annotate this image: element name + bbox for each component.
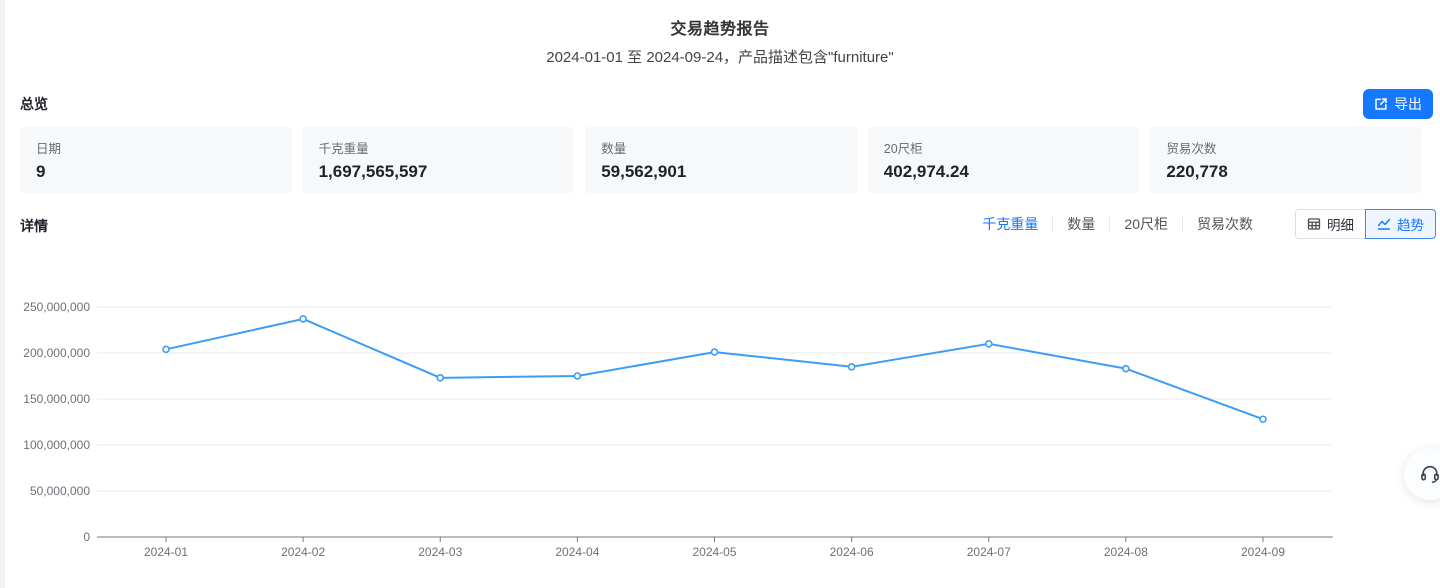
overview-heading: 总览 [20, 94, 48, 114]
stat-card: 数量 59,562,901 [585, 127, 857, 193]
stat-card: 20尺柜 402,974.24 [868, 127, 1140, 193]
x-axis-label: 2024-01 [144, 545, 188, 559]
stat-card-value: 220,778 [1166, 162, 1406, 182]
data-point[interactable] [712, 349, 718, 355]
headset-icon [1419, 463, 1440, 485]
export-icon [1374, 97, 1388, 111]
x-axis-label: 2024-03 [418, 545, 462, 559]
stat-card-label: 20尺柜 [884, 138, 1124, 157]
view-toggle-label: 明细 [1327, 214, 1354, 234]
stat-card-value: 1,697,565,597 [319, 162, 559, 182]
details-controls: 千克重量数量20尺柜贸易次数 明细 趋势 [968, 209, 1436, 239]
view-toggle-trend[interactable]: 趋势 [1365, 209, 1436, 239]
data-point[interactable] [300, 316, 306, 322]
metric-tab[interactable]: 20尺柜 [1110, 214, 1182, 234]
page-title: 交易趋势报告 [0, 15, 1440, 39]
data-point[interactable] [163, 346, 169, 352]
y-axis-label: 200,000,000 [23, 346, 90, 360]
overview-cards: 日期 9 千克重量 1,697,565,597 数量 59,562,901 20尺柜 402,… [20, 127, 1422, 193]
report-subtitle: 2024-01-01 至 2024-09-24，产品描述包含"furniture… [0, 46, 1440, 67]
stat-card: 贸易次数 220,778 [1150, 127, 1422, 193]
data-point[interactable] [574, 373, 580, 379]
y-axis-label: 250,000,000 [23, 300, 90, 314]
stat-card-value: 9 [36, 162, 276, 182]
metric-tabs: 千克重量数量20尺柜贸易次数 [968, 214, 1267, 234]
x-axis-label: 2024-06 [830, 545, 874, 559]
y-axis-label: 0 [83, 530, 90, 544]
data-point[interactable] [986, 341, 992, 347]
y-axis-label: 50,000,000 [30, 484, 90, 498]
x-axis-label: 2024-05 [692, 545, 736, 559]
x-axis-label: 2024-08 [1104, 545, 1148, 559]
stat-card-label: 日期 [36, 138, 276, 157]
export-button-label: 导出 [1394, 94, 1422, 114]
view-toggle-label: 趋势 [1397, 214, 1424, 234]
stat-card: 日期 9 [20, 127, 292, 193]
details-heading: 详情 [20, 216, 48, 236]
metric-tab[interactable]: 数量 [1053, 214, 1109, 234]
metric-tab[interactable]: 千克重量 [968, 214, 1052, 234]
data-point[interactable] [1123, 366, 1129, 372]
trend-line [166, 319, 1263, 419]
data-point[interactable] [437, 375, 443, 381]
report-page: 交易趋势报告 2024-01-01 至 2024-09-24，产品描述包含"fu… [0, 0, 1440, 588]
y-axis-label: 150,000,000 [23, 392, 90, 406]
stat-card: 千克重量 1,697,565,597 [303, 127, 575, 193]
stat-card-value: 59,562,901 [601, 162, 841, 182]
x-axis-label: 2024-09 [1241, 545, 1285, 559]
stat-card-label: 千克重量 [319, 138, 559, 157]
export-button[interactable]: 导出 [1363, 89, 1433, 119]
metric-tab[interactable]: 贸易次数 [1183, 214, 1267, 234]
x-axis-label: 2024-02 [281, 545, 325, 559]
stat-card-label: 贸易次数 [1166, 138, 1406, 157]
table-icon [1307, 217, 1321, 231]
x-axis-label: 2024-07 [967, 545, 1011, 559]
data-point[interactable] [849, 364, 855, 370]
trend-icon [1377, 217, 1391, 231]
y-axis-label: 100,000,000 [23, 438, 90, 452]
stat-card-value: 402,974.24 [884, 162, 1124, 182]
stat-card-label: 数量 [601, 138, 841, 157]
x-axis-label: 2024-04 [555, 545, 599, 559]
view-toggle: 明细 趋势 [1295, 209, 1436, 239]
data-point[interactable] [1260, 416, 1266, 422]
view-toggle-detail[interactable]: 明细 [1295, 209, 1366, 239]
trend-chart[interactable]: 0 50,000,000 100,000,000 150,000,000 200,000… [0, 278, 1440, 578]
